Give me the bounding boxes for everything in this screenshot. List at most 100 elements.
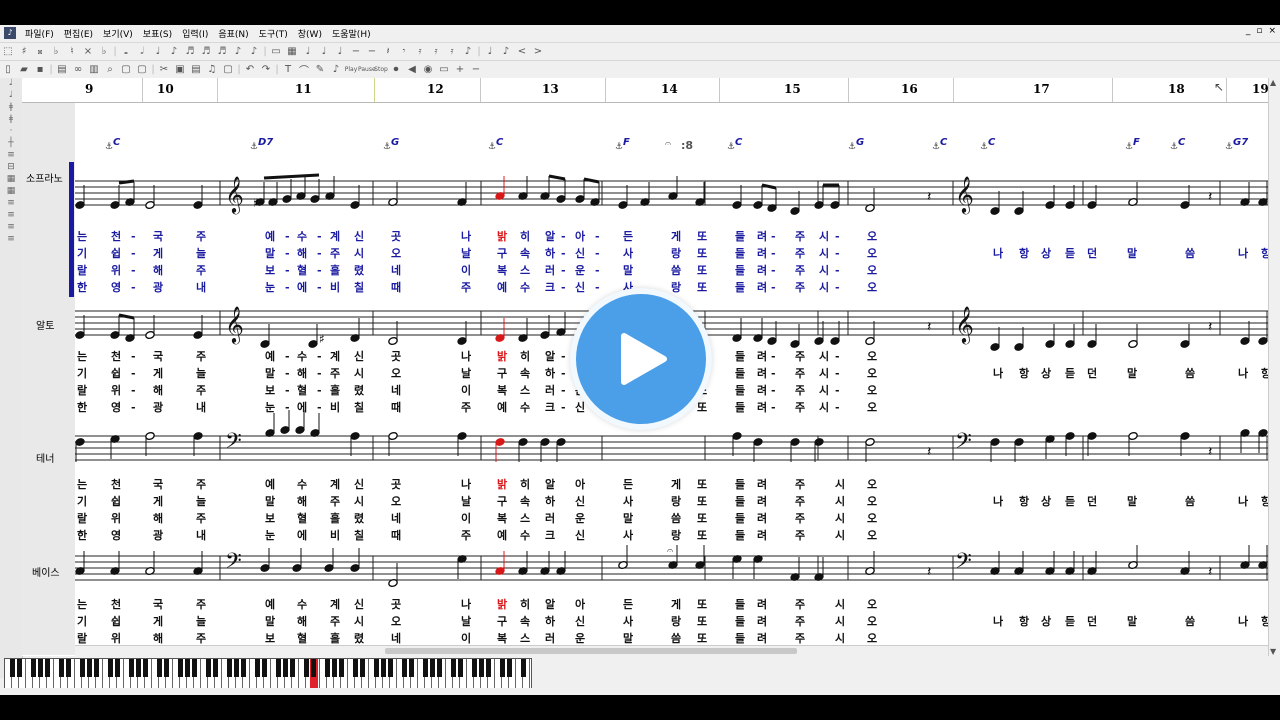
piano-black-key[interactable] — [177, 659, 183, 677]
palette-item-icon[interactable]: ǂ — [0, 102, 22, 114]
piano-black-key[interactable] — [387, 659, 393, 677]
piano-black-key[interactable] — [128, 659, 134, 677]
palette-item-icon[interactable]: ▦ — [0, 174, 22, 186]
piano-black-key[interactable] — [338, 659, 344, 677]
measure-number[interactable]: 15 — [784, 82, 801, 96]
piano-black-key[interactable] — [478, 659, 484, 677]
sharp-icon[interactable]: ♯ — [16, 46, 32, 57]
restore-button[interactable]: ▫ — [1256, 26, 1262, 36]
menu-staff[interactable]: 보표(S) — [138, 27, 177, 40]
midi-icon[interactable]: ♪ — [328, 64, 344, 75]
piano-black-key[interactable] — [324, 659, 330, 677]
piano-black-key[interactable] — [352, 659, 358, 677]
dotted-icon[interactable]: ♩ — [316, 46, 332, 57]
palette-item-icon[interactable]: ▦ — [0, 186, 22, 198]
piano-black-key[interactable] — [191, 659, 197, 677]
piano-black-key[interactable] — [240, 659, 246, 677]
chord-note-icon[interactable]: ♪ — [246, 46, 262, 57]
whole-rest-icon[interactable]: − — [348, 46, 364, 57]
piano-black-key[interactable] — [114, 659, 120, 677]
stem-down-icon[interactable]: ♪ — [498, 46, 514, 57]
volume-icon[interactable]: ◀ — [404, 64, 420, 75]
piano-black-key[interactable] — [282, 659, 288, 677]
piano-black-key[interactable] — [135, 659, 141, 677]
piano-black-key[interactable] — [261, 659, 267, 677]
keyboard-icon[interactable]: ▭ — [436, 64, 452, 75]
palette-item-icon[interactable]: ⊟ — [0, 162, 22, 174]
piano-black-key[interactable] — [86, 659, 92, 677]
piano-black-key[interactable] — [79, 659, 85, 677]
whole-note-icon[interactable]: 𝅝 — [118, 46, 134, 57]
piano-black-key[interactable] — [156, 659, 162, 677]
redo-icon[interactable]: ↷ — [258, 64, 274, 75]
piano-black-key[interactable] — [9, 659, 15, 677]
piano-keyboard[interactable] — [4, 658, 532, 690]
piano-black-key[interactable] — [142, 659, 148, 677]
piano-black-key[interactable] — [380, 659, 386, 677]
sixteenth-rest-icon[interactable]: 𝄿 — [412, 46, 428, 57]
palette-item-icon[interactable]: ǂ — [0, 114, 22, 126]
piano-black-key[interactable] — [485, 659, 491, 677]
cross-icon[interactable]: × — [80, 46, 96, 57]
play-icon[interactable]: Play — [344, 66, 358, 73]
piano-black-key[interactable] — [310, 659, 316, 677]
grid-icon[interactable]: ▦ — [284, 46, 300, 57]
menu-window[interactable]: 창(W) — [293, 27, 327, 40]
close-button[interactable]: × — [1268, 26, 1276, 36]
piano-black-key[interactable] — [205, 659, 211, 677]
sixty-fourth-rest-icon[interactable]: 𝄿 — [444, 46, 460, 57]
new-file-icon[interactable]: ▯ — [0, 64, 16, 75]
menu-tools[interactable]: 도구(T) — [254, 27, 293, 40]
quarter-note-icon[interactable]: ♩ — [150, 46, 166, 57]
dot-note-icon[interactable]: ♩ — [300, 46, 316, 57]
eighth-rest-icon[interactable]: 𝄾 — [396, 46, 412, 57]
palette-item-icon[interactable]: ♩ — [0, 90, 22, 102]
piano-black-key[interactable] — [212, 659, 218, 677]
copy-icon[interactable]: ▣ — [172, 64, 188, 75]
zoom-icon[interactable]: ⌕ — [102, 64, 118, 75]
part-label-bass[interactable]: 베이스 — [32, 564, 60, 579]
rest-icon[interactable]: ▭ — [268, 46, 284, 57]
piano-black-key[interactable] — [233, 659, 239, 677]
piano-black-key[interactable] — [30, 659, 36, 677]
menu-note[interactable]: 음표(N) — [213, 27, 253, 40]
undo-icon[interactable]: ↶ — [242, 64, 258, 75]
piano-black-key[interactable] — [450, 659, 456, 677]
measure-number[interactable]: 16 — [901, 82, 918, 96]
piano-black-key[interactable] — [65, 659, 71, 677]
palette-item-icon[interactable]: ≡ — [0, 198, 22, 210]
measure-ruler[interactable]: ↖ 9 10 11 12 13 14 15 16 17 18 19 — [22, 78, 1268, 103]
measure-number[interactable]: 19 — [1252, 82, 1268, 96]
natural-icon[interactable]: ♮ — [64, 46, 80, 57]
slur-tool-icon[interactable]: ⌒ — [296, 62, 312, 77]
eighth-note-icon[interactable]: ♪ — [166, 46, 182, 57]
measure-number[interactable]: 12 — [427, 82, 444, 96]
scroll-up-icon[interactable]: ▲ — [1270, 78, 1276, 87]
print-preview-icon[interactable]: ∞ — [70, 64, 86, 75]
horizontal-scroll-thumb[interactable] — [385, 648, 797, 654]
sixteenth-note-icon[interactable]: ♬ — [182, 46, 198, 57]
piano-black-key[interactable] — [37, 659, 43, 677]
stop-icon[interactable]: Stop — [374, 66, 388, 73]
page-setup-icon[interactable]: ▢ — [118, 64, 134, 75]
palette-item-icon[interactable]: ≡ — [0, 210, 22, 222]
export-icon[interactable]: ▢ — [134, 64, 150, 75]
part-label-tenor[interactable]: 테너 — [36, 450, 54, 465]
zoom-in-icon[interactable]: + — [452, 64, 468, 75]
piano-black-key[interactable] — [275, 659, 281, 677]
palette-item-icon[interactable]: ♩ — [0, 78, 22, 90]
piano-black-key[interactable] — [359, 659, 365, 677]
thirty-second-rest-icon[interactable]: 𝄿 — [428, 46, 444, 57]
piano-black-key[interactable] — [44, 659, 50, 677]
video-play-button[interactable] — [570, 288, 712, 430]
palette-item-icon[interactable]: ≡ — [0, 150, 22, 162]
palette-item-icon[interactable]: ≡ — [0, 222, 22, 234]
pen-tool-icon[interactable]: ✎ — [312, 64, 328, 75]
piano-black-key[interactable] — [401, 659, 407, 677]
piano-black-key[interactable] — [408, 659, 414, 677]
delete-icon[interactable]: ▢ — [220, 64, 236, 75]
half-note-icon[interactable]: 𝅗𝅥 — [134, 46, 150, 57]
stem-up-icon[interactable]: ♩ — [482, 46, 498, 57]
save-icon[interactable]: ▪ — [32, 64, 48, 75]
paste-icon[interactable]: ▤ — [188, 64, 204, 75]
